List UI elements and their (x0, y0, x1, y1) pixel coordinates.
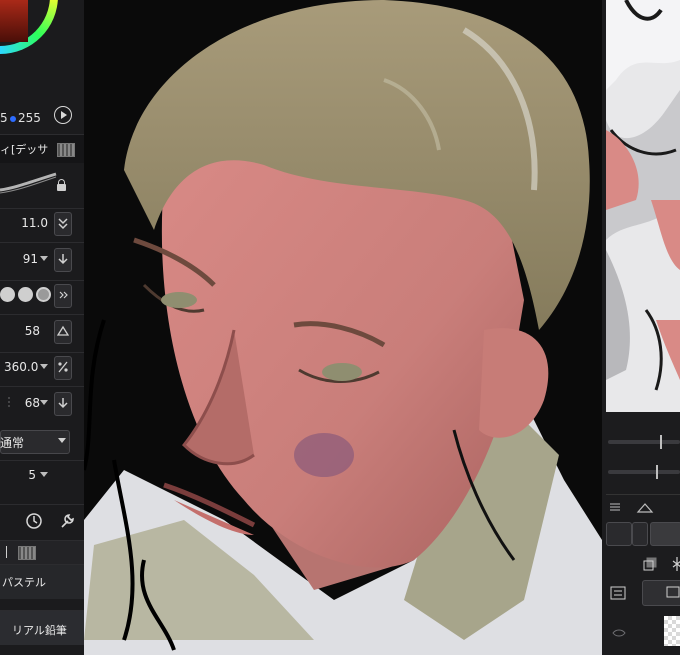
menu-icon[interactable] (610, 502, 620, 512)
saturation-brightness-square[interactable] (0, 0, 28, 42)
rotate-slider[interactable] (608, 470, 680, 474)
wrench-icon[interactable] (58, 512, 76, 530)
brush-category-tabs (0, 540, 84, 565)
layer-mask-icon[interactable] (636, 500, 654, 514)
layer-list-icon[interactable] (610, 586, 626, 600)
layer-shape-button[interactable] (606, 522, 632, 546)
dropdown-caret-icon[interactable] (40, 400, 48, 406)
brush-item-label: リアル鉛筆 (12, 624, 67, 637)
blend-mode-label: 通常 (0, 436, 25, 450)
tab-bracket[interactable] (0, 546, 7, 558)
size-stepper[interactable] (54, 212, 72, 236)
brush-size-value[interactable]: 11.0 (14, 216, 48, 230)
tip-shape-soft[interactable] (18, 287, 33, 302)
blue-channel-dot (10, 116, 16, 122)
density-value[interactable]: 58 (14, 324, 40, 338)
brush-preview-icon[interactable] (57, 143, 75, 157)
zoom-slider-knob[interactable] (660, 435, 662, 449)
brush-item-label: パステル (2, 576, 46, 589)
clock-icon[interactable] (25, 512, 43, 530)
tip-shape-ring[interactable] (36, 287, 51, 302)
percent-icon[interactable] (54, 356, 72, 380)
play-circle-icon[interactable] (54, 106, 72, 124)
hardness-stepper[interactable] (54, 392, 72, 416)
pen-pressure-icon (8, 397, 10, 409)
navigator-thumbnail[interactable] (606, 0, 680, 412)
rotate-slider-knob[interactable] (656, 465, 658, 479)
opacity-stepper[interactable] (54, 248, 72, 272)
brush-tab-label: ィ[デッサ (0, 143, 49, 156)
dropdown-caret-icon[interactable] (40, 472, 48, 478)
stroke-preview (0, 172, 57, 194)
hardness-value[interactable]: 68 (14, 396, 40, 410)
drawing-canvas[interactable] (84, 0, 602, 655)
square-icon[interactable] (666, 586, 680, 598)
angle-value[interactable]: 360.0 (4, 360, 38, 374)
divider (606, 494, 680, 495)
layer-copy-icon[interactable] (642, 556, 658, 572)
chevron-down-icon (58, 438, 66, 443)
blend-select[interactable] (650, 522, 680, 546)
zoom-slider[interactable] (608, 440, 680, 444)
triangle-icon[interactable] (54, 320, 72, 344)
tip-shape-stepper[interactable] (54, 284, 72, 308)
tip-shape-round[interactable] (0, 287, 15, 302)
blue-value: 255 (18, 111, 41, 125)
brush-settings-panel: 5 255 ィ[デッサ 11.0 91 58 360.0 68 通常 5 パステ… (0, 0, 84, 655)
layer-star-icon[interactable] (672, 556, 680, 572)
stabilizer-value[interactable]: 5 (20, 468, 36, 482)
layer-thumbnail[interactable] (664, 616, 680, 646)
opacity-value[interactable]: 91 (14, 252, 38, 266)
navigator-layer-panel (602, 0, 680, 655)
rgb-partial-value: 5 (0, 111, 8, 125)
dropdown-caret-icon[interactable] (40, 256, 48, 262)
brush-category-icon[interactable] (18, 546, 36, 560)
dropdown-caret-icon[interactable] (40, 364, 48, 370)
eye-icon[interactable] (612, 626, 626, 640)
lock-icon[interactable] (57, 179, 66, 191)
layer-stepper[interactable] (632, 522, 648, 546)
